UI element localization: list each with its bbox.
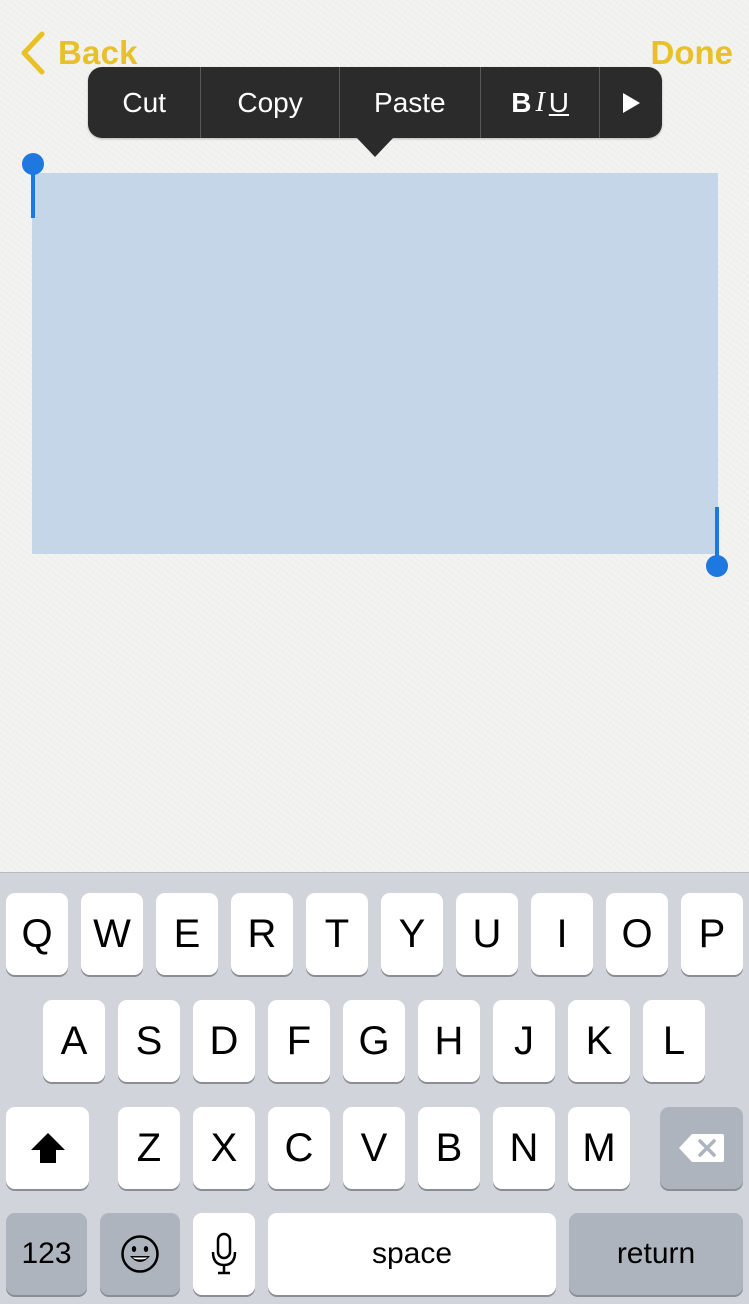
edit-menu: Cut Copy Paste BIU (88, 67, 662, 138)
bold-label: B (511, 86, 532, 118)
key-s[interactable]: S (118, 1000, 180, 1082)
edit-menu-pointer (356, 137, 394, 157)
key-h[interactable]: H (418, 1000, 480, 1082)
play-triangle-icon (623, 92, 641, 113)
key-b[interactable]: B (418, 1107, 480, 1189)
numbers-key[interactable]: 123 (6, 1213, 87, 1295)
format-biu-button[interactable]: BIU (481, 67, 601, 138)
more-button[interactable] (600, 67, 662, 138)
key-l[interactable]: L (643, 1000, 705, 1082)
chevron-left-icon (21, 31, 45, 75)
dictation-key[interactable] (193, 1213, 255, 1295)
key-m[interactable]: M (568, 1107, 630, 1189)
key-i[interactable]: I (531, 893, 593, 975)
key-v[interactable]: V (343, 1107, 405, 1189)
emoji-key[interactable] (100, 1213, 180, 1295)
copy-button[interactable]: Copy (201, 67, 340, 138)
key-z[interactable]: Z (118, 1107, 180, 1189)
key-r[interactable]: R (231, 893, 293, 975)
key-j[interactable]: J (493, 1000, 555, 1082)
emoji-face-icon (121, 1235, 159, 1273)
key-k[interactable]: K (568, 1000, 630, 1082)
key-f[interactable]: F (268, 1000, 330, 1082)
key-q[interactable]: Q (6, 893, 68, 975)
key-d[interactable]: D (193, 1000, 255, 1082)
underline-label: U (548, 86, 570, 118)
key-x[interactable]: X (193, 1107, 255, 1189)
key-y[interactable]: Y (381, 893, 443, 975)
backspace-icon (678, 1134, 724, 1162)
text-selection[interactable] (32, 173, 718, 554)
italic-label: I (535, 86, 545, 118)
key-a[interactable]: A (43, 1000, 105, 1082)
key-t[interactable]: T (306, 893, 368, 975)
shift-key[interactable] (6, 1107, 89, 1189)
cut-button[interactable]: Cut (88, 67, 202, 138)
selection-start-knob[interactable] (22, 153, 44, 175)
key-p[interactable]: P (681, 893, 743, 975)
shift-arrow-icon (30, 1133, 65, 1163)
keyboard: Q W E R T Y U I O P A S D F G H J K L Z … (0, 872, 749, 1304)
delete-key[interactable] (660, 1107, 743, 1189)
paste-button[interactable]: Paste (340, 67, 481, 138)
key-u[interactable]: U (456, 893, 518, 975)
key-e[interactable]: E (156, 893, 218, 975)
key-g[interactable]: G (343, 1000, 405, 1082)
microphone-icon (211, 1232, 237, 1275)
space-key[interactable]: space (268, 1213, 556, 1295)
done-button[interactable]: Done (651, 30, 734, 76)
key-o[interactable]: O (606, 893, 668, 975)
selection-end-knob[interactable] (706, 555, 728, 577)
key-n[interactable]: N (493, 1107, 555, 1189)
return-key[interactable]: return (569, 1213, 743, 1295)
key-w[interactable]: W (81, 893, 143, 975)
key-c[interactable]: C (268, 1107, 330, 1189)
